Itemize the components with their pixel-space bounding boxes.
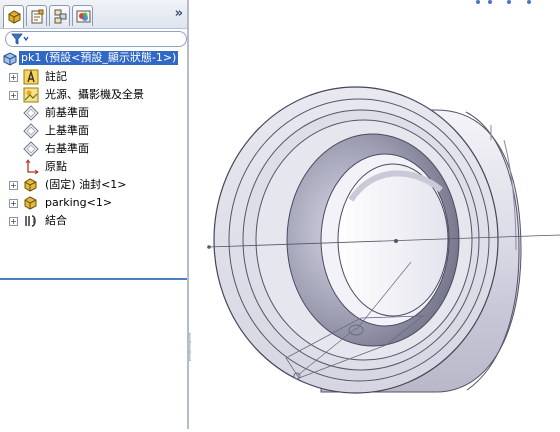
expand-icon[interactable]: + — [9, 91, 18, 100]
configuration-manager-icon — [54, 9, 67, 24]
origin-icon — [25, 159, 39, 175]
tree-item-front-plane[interactable]: 前基準面 — [0, 104, 187, 122]
tree-item-origin[interactable]: 原點 — [0, 158, 187, 176]
property-manager-tab[interactable] — [26, 5, 47, 26]
tree-item-annotations[interactable]: + 註記 — [0, 68, 187, 86]
plane-icon — [23, 105, 39, 121]
assembly-icon — [3, 52, 17, 66]
display-manager-tab[interactable] — [72, 5, 93, 26]
tree-item-label: 前基準面 — [45, 106, 89, 119]
oil-seal-3d-model[interactable] — [191, 0, 560, 429]
tree-item-label: (固定) 油封<1> — [45, 178, 127, 191]
mates-icon — [25, 215, 36, 227]
expand-icon[interactable]: + — [9, 181, 18, 190]
feature-manager-icon — [8, 10, 21, 24]
configuration-manager-tab[interactable] — [49, 5, 70, 26]
tree-item-oil-seal[interactable]: + (固定) 油封<1> — [0, 176, 187, 194]
lights-cameras-icon — [23, 87, 39, 103]
plane-icon — [23, 141, 39, 157]
tree-root-item[interactable]: pk1 (預設<預設_顯示狀態-1>) — [0, 50, 187, 68]
tree-item-label: 註記 — [45, 70, 67, 83]
manager-tab-bar: » — [0, 0, 187, 29]
tree-item-label: 光源、攝影機及全景 — [45, 88, 144, 101]
expand-icon[interactable]: + — [9, 217, 18, 226]
tree-item-label: 上基準面 — [45, 124, 89, 137]
feature-manager-panel: » pk1 (預設<預設_顯示狀態-1>) + 註記 + 光源、攝影機及全景 前… — [0, 0, 189, 429]
tree-filter-bar[interactable] — [5, 31, 187, 47]
part-icon — [24, 196, 37, 210]
filter-icon — [11, 33, 29, 45]
tree-item-right-plane[interactable]: 右基準面 — [0, 140, 187, 158]
tree-item-label: 結合 — [45, 214, 67, 227]
feature-manager-tab[interactable] — [3, 5, 24, 28]
expand-icon[interactable]: + — [9, 199, 18, 208]
part-icon — [24, 178, 37, 192]
tree-item-mates[interactable]: + 結合 — [0, 212, 187, 230]
tree-item-label: 右基準面 — [45, 142, 89, 155]
tree-item-lights-cameras[interactable]: + 光源、攝影機及全景 — [0, 86, 187, 104]
tree-item-label: parking<1> — [45, 196, 113, 209]
expand-icon[interactable]: + — [9, 73, 18, 82]
tree-item-parking[interactable]: + parking<1> — [0, 194, 187, 212]
rollback-bar[interactable] — [0, 278, 187, 280]
annotation-icon — [23, 69, 39, 85]
graphics-viewport[interactable] — [191, 0, 560, 429]
tree-root-label: pk1 (預設<預設_顯示狀態-1>) — [19, 51, 179, 65]
display-manager-icon — [76, 10, 91, 23]
plane-icon — [23, 123, 39, 139]
collapse-chevron-icon[interactable]: » — [175, 6, 183, 21]
tree-item-top-plane[interactable]: 上基準面 — [0, 122, 187, 140]
property-manager-icon — [31, 9, 44, 24]
tree-item-label: 原點 — [45, 160, 67, 173]
